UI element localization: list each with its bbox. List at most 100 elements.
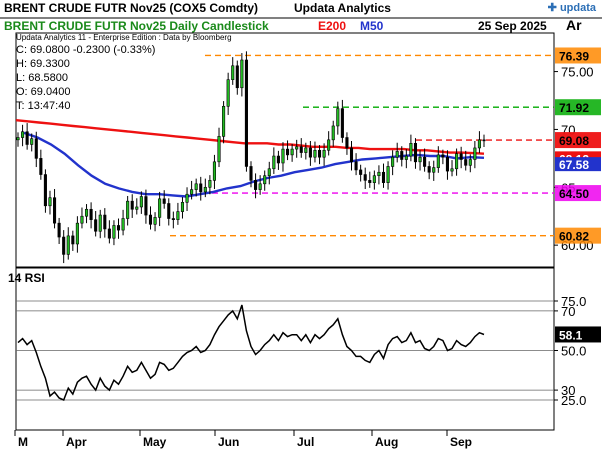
candle: [180, 197, 185, 219]
candle-body: [84, 208, 89, 217]
candle-body: [377, 171, 381, 177]
ar-label: Ar: [566, 17, 582, 33]
candle: [240, 53, 244, 97]
candle-body: [30, 138, 34, 145]
level-badge-label: 76.39: [559, 49, 589, 63]
rsi-current-badge: 58.1: [555, 326, 601, 343]
candle: [75, 216, 79, 253]
x-tick-label: Apr: [66, 435, 87, 449]
candle-body: [276, 155, 280, 164]
price-panel-frame: [15, 32, 555, 268]
candle: [404, 149, 408, 169]
candle: [267, 161, 271, 185]
close-readout: C: 69.0800 -0.2300 (-0.33%): [16, 44, 156, 56]
rsi-badge-label: 58.1: [559, 328, 583, 342]
candle-body: [48, 197, 52, 207]
candle-body: [139, 196, 143, 208]
candle-body: [299, 146, 303, 153]
candle: [171, 211, 175, 229]
candle: [16, 132, 20, 147]
ma-line-e200: [15, 119, 485, 155]
candle-body: [244, 59, 248, 167]
candle: [345, 132, 349, 155]
candle-body: [477, 139, 481, 149]
candle: [176, 202, 180, 225]
candle: [53, 189, 57, 229]
candle-body: [212, 161, 216, 181]
candle: [432, 160, 436, 181]
candle: [84, 204, 89, 224]
candle-body: [391, 156, 395, 167]
candle: [89, 202, 93, 229]
candle: [450, 160, 454, 177]
candle: [167, 198, 171, 226]
candle: [103, 208, 107, 238]
candle: [121, 209, 125, 236]
candle: [231, 57, 235, 85]
candle: [372, 170, 376, 190]
candle: [94, 211, 98, 237]
candle-body: [381, 171, 386, 183]
candle-body: [62, 236, 66, 255]
candle: [258, 175, 262, 195]
candle: [21, 124, 25, 147]
candle-body: [313, 149, 317, 158]
candle: [62, 230, 66, 264]
candle-body: [16, 137, 20, 141]
candle-body: [468, 159, 472, 166]
candle-body: [400, 151, 404, 160]
candle: [281, 142, 285, 172]
candle: [71, 230, 75, 251]
candle: [459, 146, 463, 169]
candle-body: [66, 235, 70, 255]
candle-body: [25, 131, 29, 145]
rsi-line: [17, 304, 485, 401]
level-badge: 71.92: [555, 99, 601, 116]
candle: [39, 149, 43, 180]
x-tick-label: Sep: [450, 435, 472, 449]
candle-body: [190, 189, 194, 195]
candle-body: [464, 159, 468, 166]
candle-body: [121, 218, 125, 231]
rsi-title: 14 RSI: [8, 271, 45, 285]
candle: [363, 167, 367, 190]
candle-body: [39, 158, 43, 175]
candle: [217, 127, 221, 168]
rsi-tick-label: 25.0: [561, 393, 586, 408]
candle-body: [331, 125, 335, 141]
candle: [25, 123, 29, 150]
candle: [162, 190, 166, 209]
candle: [299, 138, 303, 158]
candle: [395, 142, 399, 163]
candle: [308, 141, 312, 166]
x-tick-label: M: [18, 435, 28, 449]
e200-legend: E200: [318, 19, 347, 33]
candle-body: [231, 65, 235, 80]
candle-body: [71, 235, 75, 245]
candle: [48, 190, 52, 215]
candle: [427, 161, 431, 180]
candle-body: [272, 155, 276, 170]
current-badge-label: 67.58: [559, 158, 589, 172]
candle-body: [226, 79, 230, 107]
candle-body: [89, 208, 93, 220]
candle: [254, 173, 258, 199]
candle-body: [107, 228, 111, 239]
candle: [185, 187, 189, 212]
candle-body: [404, 155, 408, 160]
candle-body: [116, 225, 121, 231]
candle-body: [354, 161, 358, 171]
candle-body: [290, 148, 294, 156]
candle-body: [199, 183, 203, 193]
candle: [158, 191, 162, 227]
chart-date: 25 Sep 2025: [478, 19, 547, 33]
open-readout: O: 69.0400: [16, 86, 71, 98]
candle-body: [327, 139, 331, 151]
candle-body: [436, 154, 440, 168]
candle-body: [112, 225, 116, 239]
candle-body: [359, 169, 363, 175]
candle-body: [153, 217, 157, 225]
low-readout: L: 68.5800: [16, 72, 68, 84]
candle: [107, 220, 111, 244]
candle: [313, 141, 317, 163]
